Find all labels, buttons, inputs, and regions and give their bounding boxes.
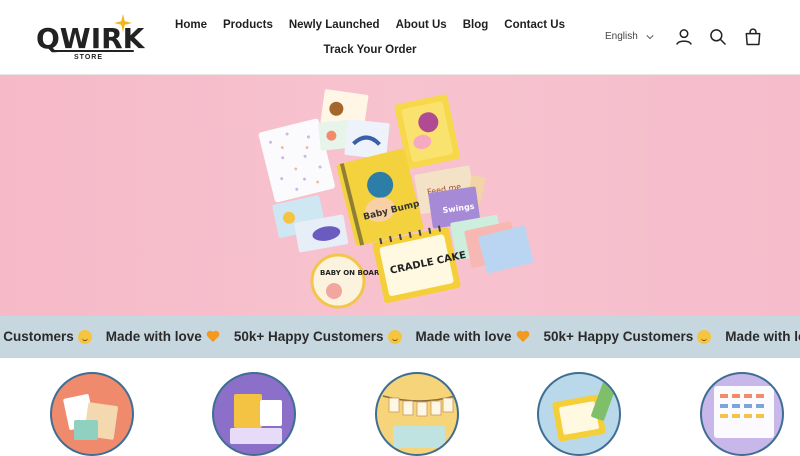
logo-underline xyxy=(54,50,134,52)
nav-contact-us[interactable]: Contact Us xyxy=(496,19,573,31)
category-circle-5[interactable] xyxy=(700,372,784,456)
marquee-item: y Customers xyxy=(0,329,92,344)
nav-home[interactable]: Home xyxy=(167,19,215,31)
smile-emoji-icon xyxy=(697,329,712,344)
category-circle-3[interactable] xyxy=(375,372,459,456)
heart-emoji-icon xyxy=(206,330,220,344)
category-image xyxy=(714,386,774,438)
marquee-track: y Customers Made with love 50k+ Happy Cu… xyxy=(0,329,800,344)
announcement-marquee: y Customers Made with love 50k+ Happy Cu… xyxy=(0,316,800,358)
category-image xyxy=(63,394,118,440)
language-label: English xyxy=(605,31,638,42)
hero-slideshow[interactable]: Baby Bump Feed me Swings BABY ON BOARD C… xyxy=(0,75,800,316)
category-circle-1[interactable] xyxy=(50,372,134,456)
category-circle-4[interactable] xyxy=(537,372,621,456)
smile-emoji-icon xyxy=(77,329,92,344)
heart-emoji-icon xyxy=(516,330,530,344)
marquee-item: Made with love xyxy=(725,329,800,344)
cart-icon[interactable] xyxy=(743,27,763,47)
category-image xyxy=(382,395,456,448)
brand-logo[interactable]: QWIRK STORE xyxy=(36,14,144,62)
nav-track-order[interactable]: Track Your Order xyxy=(316,44,425,56)
hero-product-image: Baby Bump Feed me Swings BABY ON BOARD C… xyxy=(258,89,534,309)
category-circle-2[interactable] xyxy=(212,372,296,456)
search-icon[interactable] xyxy=(708,27,728,47)
category-image xyxy=(552,379,617,442)
category-image xyxy=(230,394,282,444)
marquee-item: Made with love xyxy=(416,329,530,344)
nav-newly-launched[interactable]: Newly Launched xyxy=(281,19,388,31)
marquee-item: Made with love xyxy=(106,329,220,344)
account-icon[interactable] xyxy=(674,27,694,47)
site-header: QWIRK STORE Home Products Newly Launched… xyxy=(0,0,800,75)
category-strip xyxy=(0,358,800,456)
marquee-item: 50k+ Happy Customers xyxy=(544,329,712,344)
brand-tagline: STORE xyxy=(74,54,103,61)
nav-blog[interactable]: Blog xyxy=(455,19,497,31)
main-nav: Home Products Newly Launched About Us Bl… xyxy=(175,12,565,62)
nav-products[interactable]: Products xyxy=(215,19,281,31)
baby-on-board-text: BABY ON BOARD xyxy=(320,269,385,277)
marquee-item: 50k+ Happy Customers xyxy=(234,329,402,344)
chevron-down-icon xyxy=(646,34,654,39)
language-selector[interactable]: English xyxy=(605,31,654,42)
smile-emoji-icon xyxy=(387,329,402,344)
nav-about-us[interactable]: About Us xyxy=(388,19,455,31)
